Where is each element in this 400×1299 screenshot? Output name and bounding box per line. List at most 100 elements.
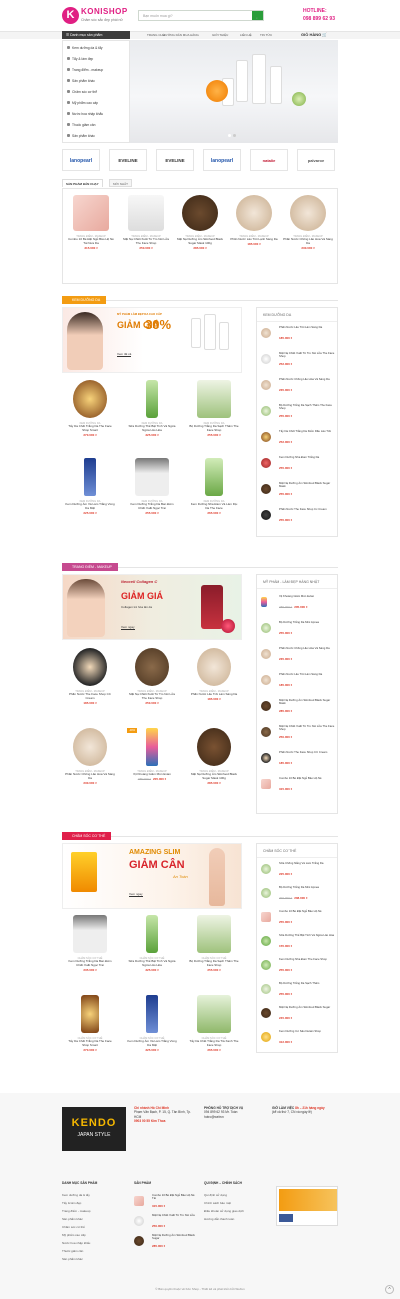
promo-more-link[interactable]: Xem tất cả <box>117 352 132 357</box>
bodycare-promo-banner[interactable]: AMAZING SLIM GIẢM CÂN An Toàn Xem ngay <box>62 843 242 909</box>
footer-link[interactable]: Mỹ phẩm cao cấp <box>62 1233 86 1237</box>
list-item[interactable]: Bộ Dưỡng Trắng Da Mini Apnea 290.000 ₫ 208… <box>261 885 335 902</box>
footer-link[interactable]: Thuốc giảm cân <box>62 1249 83 1253</box>
product-card[interactable]: TRANG ĐIỂM - MAKEUP Phấn Nước Chống Lão H… <box>65 728 115 785</box>
list-item[interactable]: Phấn Nước Lâu Trôi Làm Sáng Da 185.000 ₫ <box>261 672 335 689</box>
footer-link[interactable]: Sản phẩm khác <box>62 1217 83 1221</box>
brand-logo[interactable]: palvaroe <box>297 149 335 171</box>
footer-product[interactable]: Combo 10 Bé Đặt Ngủ Bảo Hộ Nẻ Tái 315.000… <box>134 1193 196 1210</box>
product-card[interactable]: CHĂM SÓC CƠ THỂ Kem Dưỡng Trắng Da Ban Đê… <box>65 915 115 972</box>
footer-link[interactable]: Hướng dẫn thanh toán <box>204 1217 234 1221</box>
list-item[interactable]: Kem Dưỡng Nha Đam Trắng Da 255.000 ₫ <box>261 455 335 472</box>
product-card[interactable]: CHĂM SÓC CƠ THỂ Kem Dưỡng Ẩm Và Làm Trắng… <box>127 995 177 1052</box>
product-card[interactable]: CHĂM SÓC CƠ THỂ Tẩy Da Chết Trắng Da Trà … <box>189 995 239 1052</box>
product-card[interactable]: TRANG ĐIỂM - MAKEUP Phấn Nước The Face Sh… <box>65 648 115 705</box>
product-card[interactable]: KEM DƯỠNG DA Sữa Dưỡng Thể Bật Tính Và Ng… <box>127 380 177 437</box>
footer-link[interactable]: Kem dưỡng da & tẩy <box>62 1193 90 1197</box>
list-item[interactable]: Mặt Nạ Dưỡng Ẩm Skinfood Black Sugar Mas… <box>261 698 335 715</box>
cart-button[interactable]: GIỎ HÀNG 🛒 <box>301 32 327 37</box>
product-card[interactable]: TRANG ĐIỂM - MAKEUP Mặt Nạ Dưỡng Ẩm Skinf… <box>175 195 225 250</box>
sidebar-item[interactable]: Chăm sóc cơ thể <box>67 90 97 94</box>
list-item[interactable]: Mặt Nạ Dưỡng Ẩm Skinfood Black Sugar Mas… <box>261 481 335 498</box>
brand-logo[interactable]: lanopearl <box>203 149 241 171</box>
product-card[interactable]: CHĂM SÓC CƠ THỂ Sữa Dưỡng Thể Bật Tính Và… <box>127 915 177 972</box>
product-card[interactable]: CHĂM SÓC CƠ THỂ Bộ Dưỡng Trắng Da Sạch Th… <box>189 915 239 972</box>
list-item[interactable]: Xịt Khoáng Giảm Mùn Evian 285.000 ₫ 205.00… <box>261 594 335 611</box>
footer-link[interactable]: Qui định sử dụng <box>204 1193 227 1197</box>
promo-more-link[interactable]: Xem ngay <box>121 625 135 630</box>
sidebar-item[interactable]: Trang điểm - makeup <box>67 68 103 72</box>
product-card[interactable]: KEM DƯỠNG DA Kem Dưỡng Nha Đam Và Làm Dịu… <box>189 458 239 515</box>
footer-link[interactable]: Sản phẩm khác <box>62 1257 83 1261</box>
list-item[interactable]: Phấn Nước The Face Shop Cc Cream 255.000 … <box>261 507 335 524</box>
list-item[interactable]: Sữa Dưỡng Thể Bật Tính Và Ngừa Lão Hóa 15… <box>261 933 335 950</box>
list-item[interactable]: Bộ Dưỡng Trắng Da Mini Apnea 255.000 ₫ <box>261 620 335 637</box>
product-card[interactable]: -30% TRANG ĐIỂM - MAKEUP Xịt Khoáng Giảm M… <box>127 728 177 781</box>
search-input[interactable]: Bạn muốn mua gì? ⌕ <box>138 10 264 21</box>
product-card[interactable]: KEM DƯỠNG DA Tẩy Da Chết Trắng Da The Fac… <box>65 380 115 437</box>
tab-newest[interactable]: MỚI NHẤT <box>109 179 132 187</box>
list-item[interactable]: Kem Dưỡng Nha Đam The Face Shop 255.000 ₫ <box>261 957 335 974</box>
footer-link[interactable]: Chính sách bảo mật <box>204 1201 231 1205</box>
nav-item-guide[interactable]: HƯỚNG DẪN MUA HÀNG <box>163 33 199 37</box>
product-card[interactable]: TRANG ĐIỂM - MAKEUP Mặt Nạ Chiết Xuất Từ … <box>127 648 177 705</box>
footer-link[interactable]: Tẩy & làm đẹp <box>62 1201 81 1205</box>
tab-bestseller[interactable]: SẢN PHẨM BÁN CHẠY <box>62 179 103 187</box>
list-item[interactable]: Phấn Nước The Face Shop CC Cream 185.000 … <box>261 750 335 767</box>
footer-link[interactable]: Điều khoản sử dụng giao dịch <box>204 1209 244 1213</box>
footer-logo[interactable]: KENDO JAPAN STYLE <box>62 1107 126 1151</box>
list-item[interactable]: Bộ Dưỡng Trắng Da Sạch Thâm 255.000 ₫ <box>261 981 335 998</box>
list-item[interactable]: Mặt Nạ Chiết Xuất Từ Tro Núi Lửa The Fac… <box>261 351 335 368</box>
nav-item-news[interactable]: TIN TỨC <box>260 33 272 37</box>
brand-logo[interactable]: EVELINE <box>109 149 147 171</box>
product-card[interactable]: KEM DƯỠNG DA Bộ Dưỡng Trắng Da Sạch Thâm … <box>189 380 239 437</box>
skincare-promo-banner[interactable]: MỸ PHẨM LÀM ĐẸP DA CAO CẤP GIẢM GIÁ 30% … <box>62 307 242 373</box>
slider-dots[interactable] <box>228 133 242 137</box>
footer-link[interactable]: Nước hoa nhập khẩu <box>62 1241 90 1245</box>
back-to-top-button[interactable]: ^ <box>385 1285 394 1294</box>
list-item[interactable]: Sữa Chống Nắng Và Làm Trắng Da 225.000 ₫ <box>261 861 335 878</box>
product-card[interactable]: TRANG ĐIỂM - MAKEUP Mặt Nạ Chiết Xuất Từ … <box>121 195 171 250</box>
list-item[interactable]: Combo 10 Bé Đặt Ngủ Bảo Hộ Nẻ 315.000 ₫ <box>261 776 335 793</box>
list-item[interactable]: Phấn Nước Lâu Trôi Làm Sáng Da 185.000 ₫ <box>261 325 335 342</box>
brand-logo[interactable]: natalie <box>250 149 288 171</box>
promo-more-link[interactable]: Xem ngay <box>129 892 143 897</box>
sidebar-item[interactable]: Tẩy & làm đẹp <box>67 57 93 61</box>
list-item[interactable]: Combo 10 Bé Đặt Ngủ Bảo Hộ Nẻ 255.000 ₫ <box>261 909 335 926</box>
product-card[interactable]: KEM DƯỠNG DA Kem Dưỡng Trắng Da Ban Đêm C… <box>127 458 177 515</box>
product-card[interactable]: TRANG ĐIỂM - MAKEUP Phấn Nước Chống Lão H… <box>283 195 333 250</box>
hotline-number[interactable]: 098 899 62 93 <box>303 16 363 22</box>
category-menu-toggle[interactable]: ☰ Danh mục sản phẩm <box>62 31 130 39</box>
brand-logo[interactable]: lanopearl <box>62 149 100 171</box>
site-logo[interactable]: K KONISHOP Chăm sóc sắc đẹp phái nữ <box>62 5 130 27</box>
list-item[interactable]: Mặt Nạ Dưỡng Ẩm Skinfood Black Sugar 245.… <box>261 1005 335 1022</box>
product-card[interactable]: TRANG ĐIỂM - MAKEUP Phấn Nước Lâu Trôi Lạ… <box>229 195 279 246</box>
hero-slider[interactable] <box>130 40 338 143</box>
list-item[interactable]: Phấn Nước Chống Lão Hóa Và Sáng Da 235.00… <box>261 377 335 394</box>
brand-logo[interactable]: EVELINE <box>156 149 194 171</box>
sidebar-item[interactable]: Sản phẩm khác <box>67 79 95 83</box>
sidebar-item[interactable]: Thuốc giảm cân <box>67 123 95 127</box>
list-item[interactable]: Kem Dưỡng Cơ Sâu Detain Shop 312.000 ₫ <box>261 1029 335 1046</box>
search-button[interactable]: ⌕ <box>252 11 263 20</box>
makeup-promo-banner[interactable]: Neocell Collagen C GIẢM GIÁ Collagen trẻ… <box>62 574 242 640</box>
footer-product[interactable]: Mặt Nạ Dưỡng Ẩm Skinfood Black Sugar 285.… <box>134 1233 196 1250</box>
sidebar-item[interactable]: Sản phẩm khác <box>67 134 95 138</box>
product-card[interactable]: CHĂM SÓC CƠ THỂ Tẩy Da Chết Trắng Da The … <box>65 995 115 1052</box>
social-widget[interactable] <box>276 1186 338 1226</box>
footer-product[interactable]: Mặt Nạ Chiết Xuất Từ Tro Núi Lửa 250.000 … <box>134 1213 196 1230</box>
sidebar-item[interactable]: Mỹ phẩm cao cấp <box>67 101 98 105</box>
sidebar-item[interactable]: Kem dưỡng da & tẩy <box>67 46 103 50</box>
footer-link[interactable]: Chăm sóc cơ thể <box>62 1225 85 1229</box>
sidebar-item[interactable]: Nước hoa nhập khẩu <box>67 112 103 116</box>
list-item[interactable]: Bộ Dưỡng Trắng Da Sạch Thâm The Face Sho… <box>261 403 335 420</box>
product-card[interactable]: TRANG ĐIỂM - MAKEUP Combo 10 Bé Đặt Ngủ B… <box>66 195 116 250</box>
product-card[interactable]: TRANG ĐIỂM - MAKEUP Mặt Nạ Dưỡng Ẩm Skinf… <box>189 728 239 785</box>
list-item[interactable]: Tẩy Da Chết Trắng Da Kiểm Dầu Lâu Trôi 25… <box>261 429 335 446</box>
list-item[interactable]: Phấn Nước Chống Lão Hóa Và Sáng Da 235.00… <box>261 646 335 663</box>
product-card[interactable]: KEM DƯỠNG DA Kem Dưỡng Ẩm Và Làm Trắng Vù… <box>65 458 115 515</box>
list-item[interactable]: Mặt Nạ Chiết Xuất Từ Tro Núi Lửa The Fac… <box>261 724 335 741</box>
nav-item-about[interactable]: GIỚI THIỆU <box>212 33 228 37</box>
footer-link[interactable]: Trang điểm - makeup <box>62 1209 90 1213</box>
product-card[interactable]: TRANG ĐIỂM - MAKEUP Phấn Nước Lâu Trôi Là… <box>189 648 239 701</box>
